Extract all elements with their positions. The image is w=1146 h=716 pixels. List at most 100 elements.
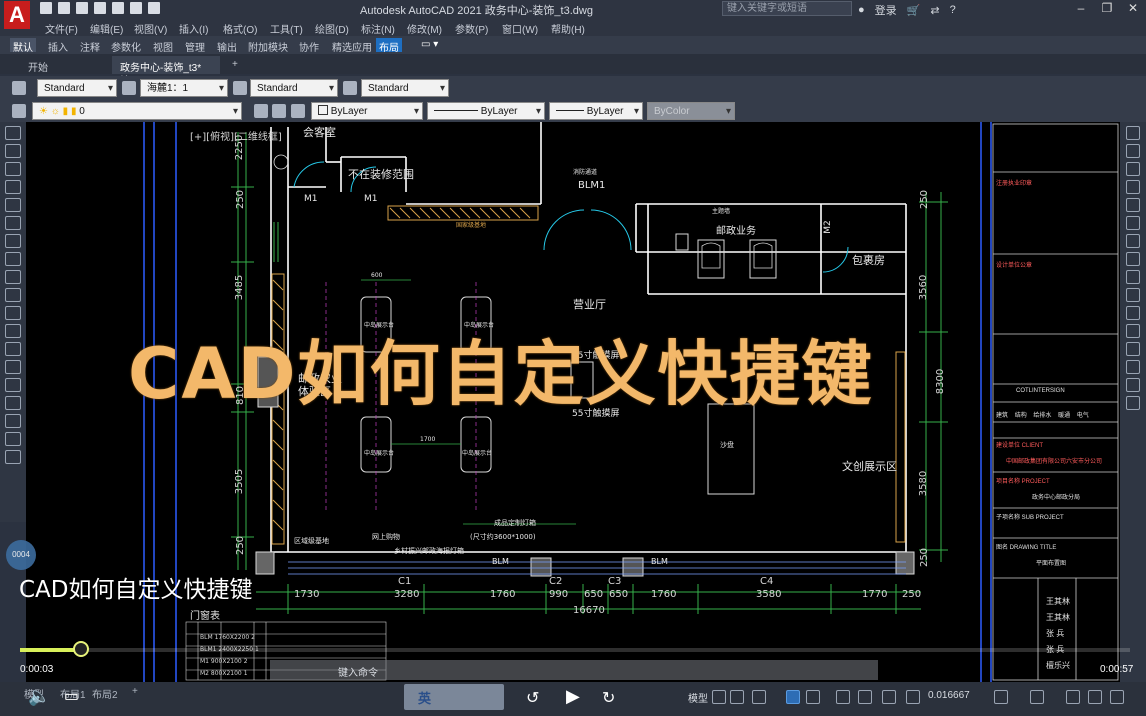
region-icon[interactable] <box>5 414 21 428</box>
rotate-icon[interactable] <box>1126 234 1140 248</box>
array-icon[interactable] <box>1126 198 1140 212</box>
layout-tab-2[interactable]: 布局2 <box>92 686 118 701</box>
revcloud-icon[interactable] <box>5 252 21 266</box>
tab-manage[interactable]: 管理 <box>182 38 208 54</box>
login-link[interactable]: 登录 <box>875 2 897 18</box>
search-input[interactable]: 键入关键字或短语 <box>722 1 852 16</box>
tab-start[interactable]: 开始 <box>20 56 56 74</box>
extend-icon[interactable] <box>1126 306 1140 320</box>
chamfer-icon[interactable] <box>1126 360 1140 374</box>
tab-output[interactable]: 输出 <box>214 38 240 54</box>
model-space-label[interactable]: 模型 <box>688 690 708 705</box>
ribbon-toggle-icon[interactable]: ▭ ▾ <box>418 38 441 52</box>
plot-style-dropdown[interactable]: ByColor <box>647 102 735 121</box>
dim-scale-icon[interactable] <box>122 81 136 95</box>
fullscreen-icon[interactable] <box>1088 690 1102 704</box>
video-progress-bar[interactable] <box>20 641 1130 657</box>
danmaku-icon[interactable]: ▭ <box>64 686 79 706</box>
tab-addins[interactable]: 附加模块 <box>245 38 291 54</box>
add-layout-icon[interactable]: + <box>132 686 138 697</box>
offset-icon[interactable] <box>1126 180 1140 194</box>
table-style-icon[interactable] <box>343 81 357 95</box>
menu-format[interactable]: 格式(O) <box>223 21 257 36</box>
menu-view[interactable]: 视图(V) <box>134 21 167 36</box>
scale-icon[interactable] <box>1126 252 1140 266</box>
menu-window[interactable]: 窗口(W) <box>502 21 538 36</box>
volume-icon[interactable]: 🔈 <box>28 686 50 707</box>
menu-modify[interactable]: 修改(M) <box>407 21 442 36</box>
menu-dimension[interactable]: 标注(N) <box>361 21 395 36</box>
menu-insert[interactable]: 插入(I) <box>179 21 208 36</box>
redo-icon[interactable] <box>148 2 160 14</box>
isolate-icon[interactable] <box>1066 690 1080 704</box>
tab-current-drawing[interactable]: 政务中心-装饰_t3* ✕ <box>112 56 220 85</box>
spline-icon[interactable] <box>5 270 21 284</box>
layer-manager-icon[interactable] <box>12 104 26 118</box>
ime-language[interactable]: 英 <box>418 688 431 707</box>
grid-icon[interactable] <box>712 690 726 704</box>
scale-icon[interactable] <box>882 690 896 704</box>
move-icon[interactable] <box>1126 216 1140 230</box>
tab-featured-apps[interactable]: 精选应用 <box>329 38 375 54</box>
menu-help[interactable]: 帮助(H) <box>551 21 585 36</box>
line-tool-icon[interactable] <box>5 126 21 140</box>
circle-icon[interactable] <box>5 234 21 248</box>
tab-collaborate[interactable]: 协作 <box>296 38 322 54</box>
help-icon[interactable]: ? <box>950 4 956 16</box>
undo-icon[interactable] <box>130 2 142 14</box>
rectangle-icon[interactable] <box>5 198 21 212</box>
ortho-icon[interactable] <box>752 690 766 704</box>
dim-style-dropdown[interactable]: Standard <box>250 79 338 98</box>
video-progress-handle[interactable] <box>73 641 90 657</box>
make-current-icon[interactable] <box>254 104 268 118</box>
lineweight-dropdown[interactable]: ByLayer <box>549 102 643 121</box>
polyline-icon[interactable] <box>5 162 21 176</box>
save-icon[interactable] <box>76 2 88 14</box>
table-style-dropdown[interactable]: Standard <box>361 79 449 98</box>
table-icon[interactable] <box>5 432 21 446</box>
command-input[interactable]: 键入命令 <box>338 664 378 679</box>
tab-annotate[interactable]: 注释 <box>77 38 103 54</box>
tab-layout[interactable]: 布局 <box>376 38 402 54</box>
erase-icon[interactable] <box>1126 126 1140 140</box>
hatch-icon[interactable] <box>5 378 21 392</box>
rewind-10-icon[interactable]: ↺ <box>526 688 539 708</box>
dim-scale-dropdown[interactable]: 海麓1：1 <box>140 79 228 98</box>
fillet-icon[interactable] <box>1126 378 1140 392</box>
user-icon[interactable]: ● <box>858 4 865 16</box>
mirror-icon[interactable] <box>1126 162 1140 176</box>
snap-icon[interactable] <box>730 690 744 704</box>
exchange-icon[interactable]: ⇄ <box>930 4 939 17</box>
copy-icon[interactable] <box>1126 144 1140 158</box>
ellipse-arc-icon[interactable] <box>5 306 21 320</box>
explode-icon[interactable] <box>1126 396 1140 410</box>
plot-icon[interactable] <box>112 2 124 14</box>
linetype-dropdown[interactable]: ByLayer <box>427 102 545 121</box>
color-dropdown[interactable]: ByLayer <box>311 102 423 121</box>
new-tab-icon[interactable]: + <box>224 56 246 74</box>
text-style-dropdown[interactable]: Standard <box>37 79 117 98</box>
menu-edit[interactable]: 编辑(E) <box>90 21 123 36</box>
layer-dropdown[interactable]: ☀ ☼ ▮ ▮ 0 <box>32 102 242 121</box>
osnap-icon[interactable] <box>806 690 820 704</box>
menu-parametric[interactable]: 参数(P) <box>455 21 488 36</box>
menu-tools[interactable]: 工具(T) <box>270 21 303 36</box>
hardware-accel-icon[interactable] <box>1030 690 1044 704</box>
construction-line-icon[interactable] <box>5 144 21 158</box>
dim-style-icon[interactable] <box>233 81 247 95</box>
cart-icon[interactable]: 🛒 <box>907 4 921 17</box>
tab-parametric[interactable]: 参数化 <box>108 38 144 54</box>
open-file-icon[interactable] <box>58 2 70 14</box>
menu-file[interactable]: 文件(F) <box>45 21 78 36</box>
pen-icon[interactable] <box>994 690 1008 704</box>
menu-draw[interactable]: 绘图(D) <box>315 21 349 36</box>
join-icon[interactable] <box>1126 342 1140 356</box>
insert-block-icon[interactable] <box>5 324 21 338</box>
layer-match-icon[interactable] <box>272 104 286 118</box>
polar-icon[interactable] <box>786 690 800 704</box>
make-block-icon[interactable] <box>5 342 21 356</box>
text-style-icon[interactable] <box>12 81 26 95</box>
trim-icon[interactable] <box>1126 288 1140 302</box>
new-file-icon[interactable] <box>40 2 52 14</box>
annotation-icon[interactable] <box>836 690 850 704</box>
